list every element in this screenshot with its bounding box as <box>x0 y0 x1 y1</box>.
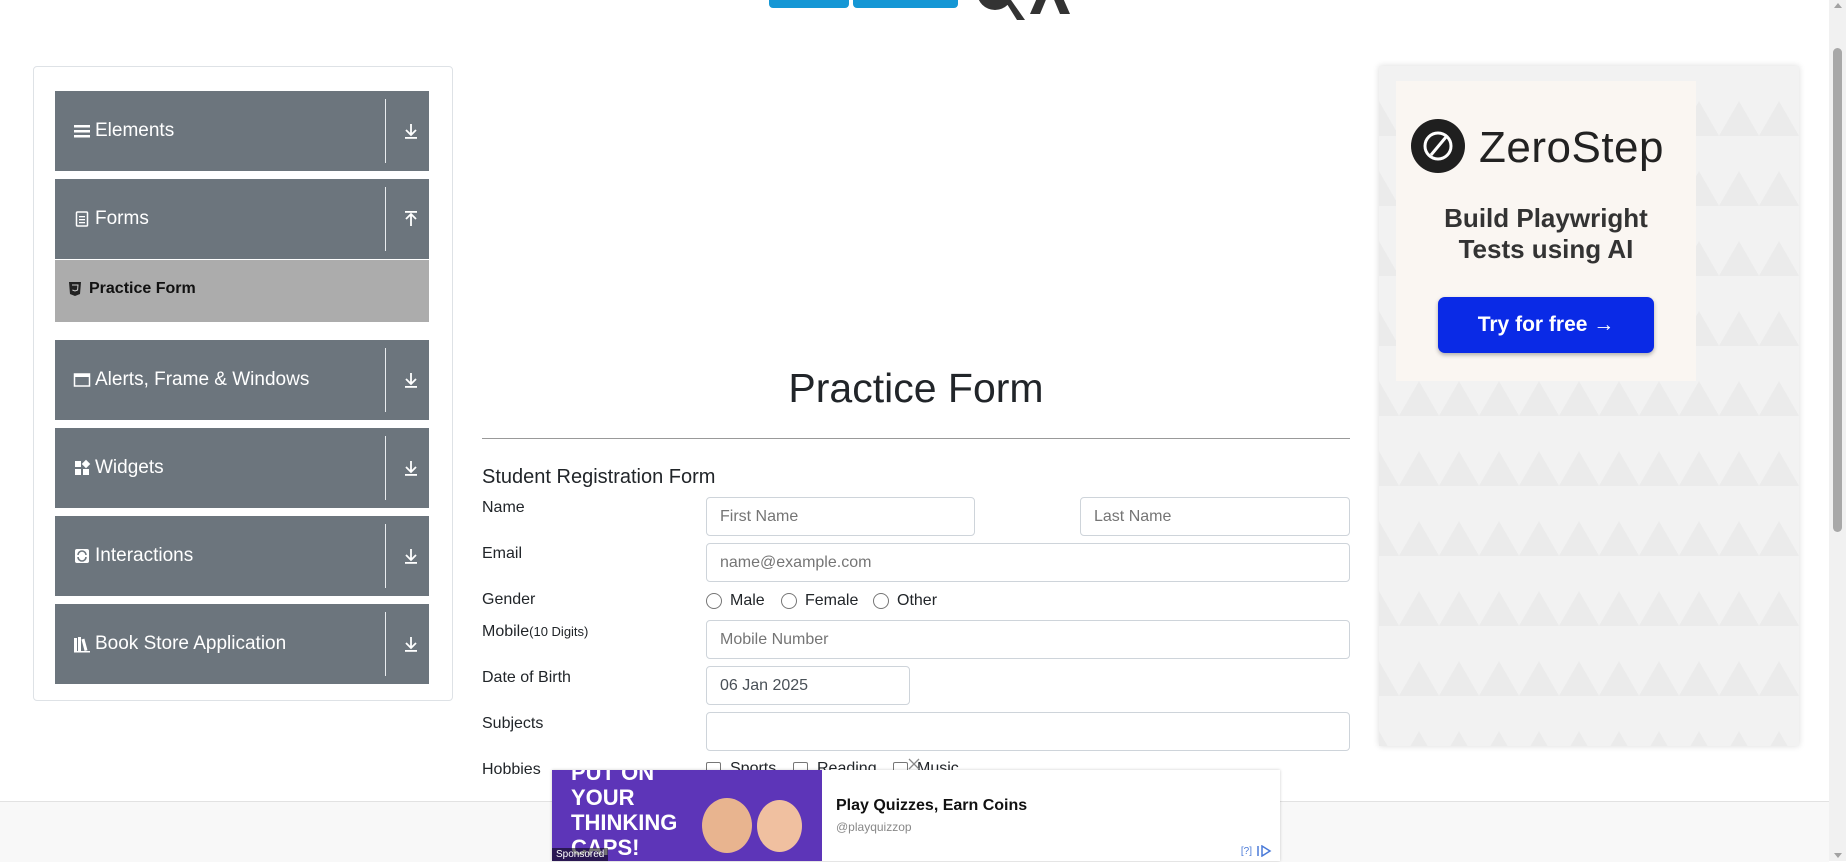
left-panel: Elements Forms Practice Form Alerts, Fra… <box>33 66 453 701</box>
email-label: Email <box>482 545 523 562</box>
last-name-input[interactable] <box>1080 497 1350 536</box>
html5-icon <box>69 282 81 296</box>
gender-radio-female[interactable]: Female <box>781 591 858 611</box>
sponsored-label: Sponsored <box>552 848 609 861</box>
mobile-hint: (10 Digits) <box>529 624 589 639</box>
vertical-scrollbar[interactable] <box>1829 0 1846 861</box>
try-for-free-button[interactable]: Try for free → <box>1438 297 1654 353</box>
name-label: Name <box>482 499 525 516</box>
form-title: Student Registration Form <box>482 466 716 488</box>
gender-radio-male[interactable]: Male <box>706 591 765 611</box>
sidebar-group-label: Book Store Application <box>95 633 287 654</box>
bottom-banner-ad[interactable]: PUT ON YOUR THINKING CAPS! Sponsored Pla… <box>552 758 1280 861</box>
sidebar-group-label: Forms <box>95 208 149 229</box>
adchoices-icon[interactable] <box>1256 845 1272 857</box>
arrow-up-icon[interactable] <box>403 210 419 228</box>
group-divider <box>385 612 386 676</box>
ad-tagline-line2: Tests using AI <box>1458 234 1634 264</box>
ad-tagline: Build Playwright Tests using AI <box>1396 203 1696 265</box>
arrow-down-icon[interactable] <box>403 547 419 565</box>
ad-title[interactable]: Play Quizzes, Earn Coins <box>836 797 1027 815</box>
mobile-label-text: Mobile <box>482 623 530 640</box>
widgets-icon <box>75 459 91 475</box>
books-icon <box>74 637 90 653</box>
sidebar-group-label: Alerts, Frame & Windows <box>95 369 310 390</box>
ad-image-text-line: YOUR <box>571 785 635 810</box>
ad-tagline-line1: Build Playwright <box>1444 203 1648 233</box>
zerostep-logo-icon <box>1411 119 1465 173</box>
radio-circle[interactable] <box>781 593 797 609</box>
scroll-up-arrow-icon[interactable] <box>1834 3 1842 8</box>
ad-image-text-line: THINKING <box>571 810 678 835</box>
arrow-down-icon[interactable] <box>403 459 419 477</box>
radio-circle[interactable] <box>706 593 722 609</box>
ad-handle: @playquizzop <box>836 820 912 834</box>
subjects-label: Subjects <box>482 715 544 732</box>
mobile-label: Mobile(10 Digits) <box>482 623 588 641</box>
sidebar-group-interactions[interactable]: Interactions <box>55 516 429 596</box>
group-divider <box>385 348 386 412</box>
radio-label: Other <box>897 592 938 609</box>
ad-info-text[interactable]: [?] <box>1241 846 1252 857</box>
email-input[interactable] <box>706 543 1350 582</box>
arrow-down-icon[interactable] <box>403 371 419 389</box>
dob-label: Date of Birth <box>482 669 571 686</box>
subjects-input[interactable] <box>706 712 1350 751</box>
page-title: Practice Form <box>788 365 1044 411</box>
group-divider <box>385 436 386 500</box>
cartoon-girl-face <box>757 800 802 852</box>
sidebar-group-forms[interactable]: Forms <box>55 179 429 259</box>
hamburger-icon <box>74 125 90 138</box>
interactions-icon <box>75 549 89 563</box>
group-divider <box>385 524 386 588</box>
document-icon <box>75 211 89 227</box>
window-icon <box>73 373 91 387</box>
gender-radio-other[interactable]: Other <box>873 591 937 611</box>
sidebar-group-widgets[interactable]: Widgets <box>55 428 429 508</box>
sidebar-group-book-store-application[interactable]: Book Store Application <box>55 604 429 684</box>
scroll-down-arrow-icon[interactable] <box>1834 853 1842 858</box>
cartoon-girl-face <box>702 798 752 853</box>
group-divider <box>385 99 386 163</box>
date-of-birth-input[interactable] <box>706 666 910 705</box>
zerostep-ad[interactable]: ZeroStep Build Playwright Tests using AI… <box>1379 66 1799 746</box>
ad-brand: ZeroStep <box>1479 123 1664 172</box>
title-divider <box>482 438 1350 439</box>
ad-image[interactable]: PUT ON YOUR THINKING CAPS! Sponsored <box>552 770 822 861</box>
sidebar-group-elements[interactable]: Elements <box>55 91 429 171</box>
group-divider <box>385 187 386 251</box>
ad-info[interactable]: [?] <box>1241 845 1272 857</box>
toolsqa-logo[interactable] <box>760 0 1080 32</box>
sidebar-group-label: Interactions <box>95 545 194 566</box>
ad-close-icon[interactable] <box>907 757 921 771</box>
gear-logo-icon <box>978 0 1025 20</box>
arrow-down-icon[interactable] <box>403 122 419 140</box>
arrow-down-icon[interactable] <box>403 635 419 653</box>
ad-image-text-line: PUT ON <box>571 770 655 785</box>
gender-label: Gender <box>482 591 536 608</box>
radio-label: Female <box>805 592 859 609</box>
radio-label: Male <box>730 592 765 609</box>
mobile-input[interactable] <box>706 620 1350 659</box>
first-name-input[interactable] <box>706 497 975 536</box>
ad-card: ZeroStep Build Playwright Tests using AI… <box>1396 81 1696 381</box>
sidebar-group-alerts-frame-windows[interactable]: Alerts, Frame & Windows <box>55 340 429 420</box>
hobbies-label: Hobbies <box>482 761 541 778</box>
sidebar-item-label: Practice Form <box>89 280 196 297</box>
sidebar-group-label: Widgets <box>95 457 164 478</box>
sidebar-group-label: Elements <box>95 120 175 141</box>
sidebar-item-practice-form[interactable]: Practice Form <box>55 260 429 322</box>
radio-circle[interactable] <box>873 593 889 609</box>
qa-a-letter-icon <box>1030 0 1070 14</box>
scrollbar-thumb[interactable] <box>1833 48 1842 532</box>
